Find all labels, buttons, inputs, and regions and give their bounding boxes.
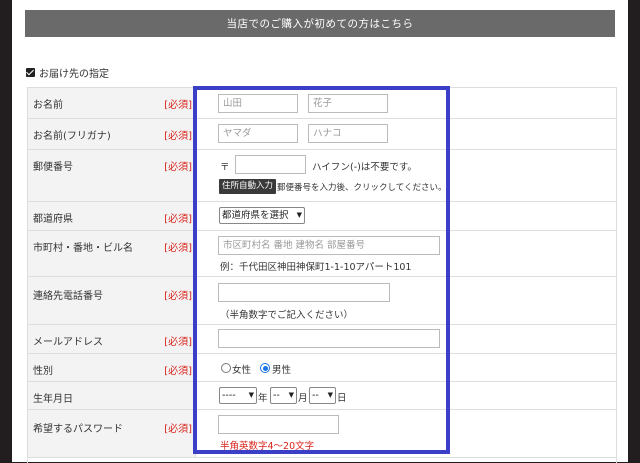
required-badge: [必須] [164, 100, 192, 111]
birth-year-select[interactable]: ---- ▼ [219, 387, 257, 404]
password-input[interactable] [218, 415, 339, 434]
autofill-hint: 郵便番号を入力後、クリックしてください。 [277, 183, 447, 193]
name-label: お名前 [33, 100, 63, 111]
email-input[interactable] [218, 329, 440, 348]
first-kana-input[interactable]: ハナコ [308, 124, 388, 143]
address-example: 例：千代田区神田神保町1-1-10アパート101 [220, 262, 412, 273]
month-suffix: 月 [298, 393, 308, 404]
birth-month-value: -- [273, 390, 280, 401]
prefecture-select[interactable]: 都道府県を選択 ▼ [219, 207, 305, 224]
row-kana: お名前(フリガナ) [必須] ヤマダ ハナコ [28, 119, 616, 150]
row-email: メールアドレス [必須] [28, 325, 616, 354]
required-badge: [必須] [164, 424, 192, 435]
year-suffix: 年 [258, 393, 268, 404]
password-hint: 半角英数字4～20文字 [220, 441, 315, 452]
required-badge: [必須] [164, 366, 192, 377]
birth-day-value: -- [312, 390, 319, 401]
first-time-banner[interactable]: 当店でのご購入が初めての方はこちら [25, 10, 615, 37]
birth-day-select[interactable]: -- ▼ [309, 387, 336, 404]
chevron-down-icon: ▼ [296, 211, 302, 219]
ship-to-option[interactable]: お届け先の指定 [26, 65, 109, 80]
phone-input[interactable] [218, 283, 390, 302]
required-badge: [必須] [164, 337, 192, 348]
row-password: 希望するパスワード [必須] 半角英数字4～20文字 [28, 410, 616, 458]
day-suffix: 日 [337, 393, 347, 404]
required-badge: [必須] [164, 131, 192, 142]
row-prefecture: 都道府県 [必須] 都道府県を選択 ▼ [28, 202, 616, 231]
prefecture-select-value: 都道府県を選択 [222, 210, 289, 221]
gender-female-radio[interactable] [221, 363, 231, 373]
last-kana-input[interactable]: ヤマダ [218, 124, 298, 143]
address-input[interactable]: 市区町村名 番地 建物名 部屋番号 [218, 236, 440, 255]
gender-male-radio[interactable] [260, 363, 270, 373]
page: 当店でのご購入が初めての方はこちら お届け先の指定 お名前 [必須] 山田 花子… [12, 0, 628, 463]
last-name-input[interactable]: 山田 [218, 94, 298, 113]
birthday-label: 生年月日 [33, 394, 73, 405]
phone-label: 連絡先電話番号 [33, 291, 103, 302]
chevron-down-icon: ▼ [327, 391, 333, 399]
chevron-down-icon: ▼ [248, 391, 254, 399]
phone-hint: （半角数字でご記入ください） [220, 310, 354, 321]
email-label: メールアドレス [33, 337, 103, 348]
zip-prefix: 〒 [220, 162, 230, 173]
required-badge: [必須] [164, 243, 192, 254]
prefecture-label: 都道府県 [33, 214, 73, 225]
address-label: 市町村・番地・ビル名 [33, 243, 133, 254]
zip-hint: ハイフン(-)は不要です。 [312, 162, 417, 173]
ship-to-checkbox[interactable] [26, 68, 35, 77]
required-badge: [必須] [164, 214, 192, 225]
ship-to-label: お届け先の指定 [39, 69, 109, 80]
address-autofill-button[interactable]: 住所自動入力 [219, 179, 277, 194]
row-zip: 郵便番号 [必須] 〒 ハイフン(-)は不要です。 住所自動入力 郵便番号を入力… [28, 150, 616, 202]
row-name: お名前 [必須] 山田 花子 [28, 88, 616, 119]
required-badge: [必須] [164, 291, 192, 302]
birth-month-select[interactable]: -- ▼ [270, 387, 297, 404]
gender-male-label: 男性 [272, 365, 292, 376]
required-badge: [必須] [164, 162, 192, 173]
zip-label: 郵便番号 [33, 162, 73, 173]
chevron-down-icon: ▼ [288, 391, 294, 399]
row-address: 市町村・番地・ビル名 [必須] 市区町村名 番地 建物名 部屋番号 例：千代田区… [28, 231, 616, 277]
kana-label: お名前(フリガナ) [33, 131, 111, 142]
password-label: 希望するパスワード [33, 424, 123, 435]
row-phone: 連絡先電話番号 [必須] （半角数字でご記入ください） [28, 277, 616, 325]
registration-form: お名前 [必須] 山田 花子 お名前(フリガナ) [必須] ヤマダ ハナコ 郵便… [27, 87, 617, 463]
zip-input[interactable] [235, 155, 306, 174]
birth-year-value: ---- [222, 390, 236, 401]
row-birthday: 生年月日 ---- ▼ 年 -- ▼ 月 -- ▼ 日 [28, 382, 616, 410]
gender-female-label: 女性 [232, 365, 252, 376]
first-name-input[interactable]: 花子 [308, 94, 388, 113]
gender-label: 性別 [33, 366, 53, 377]
row-gender: 性別 [必須] 女性 男性 [28, 354, 616, 382]
